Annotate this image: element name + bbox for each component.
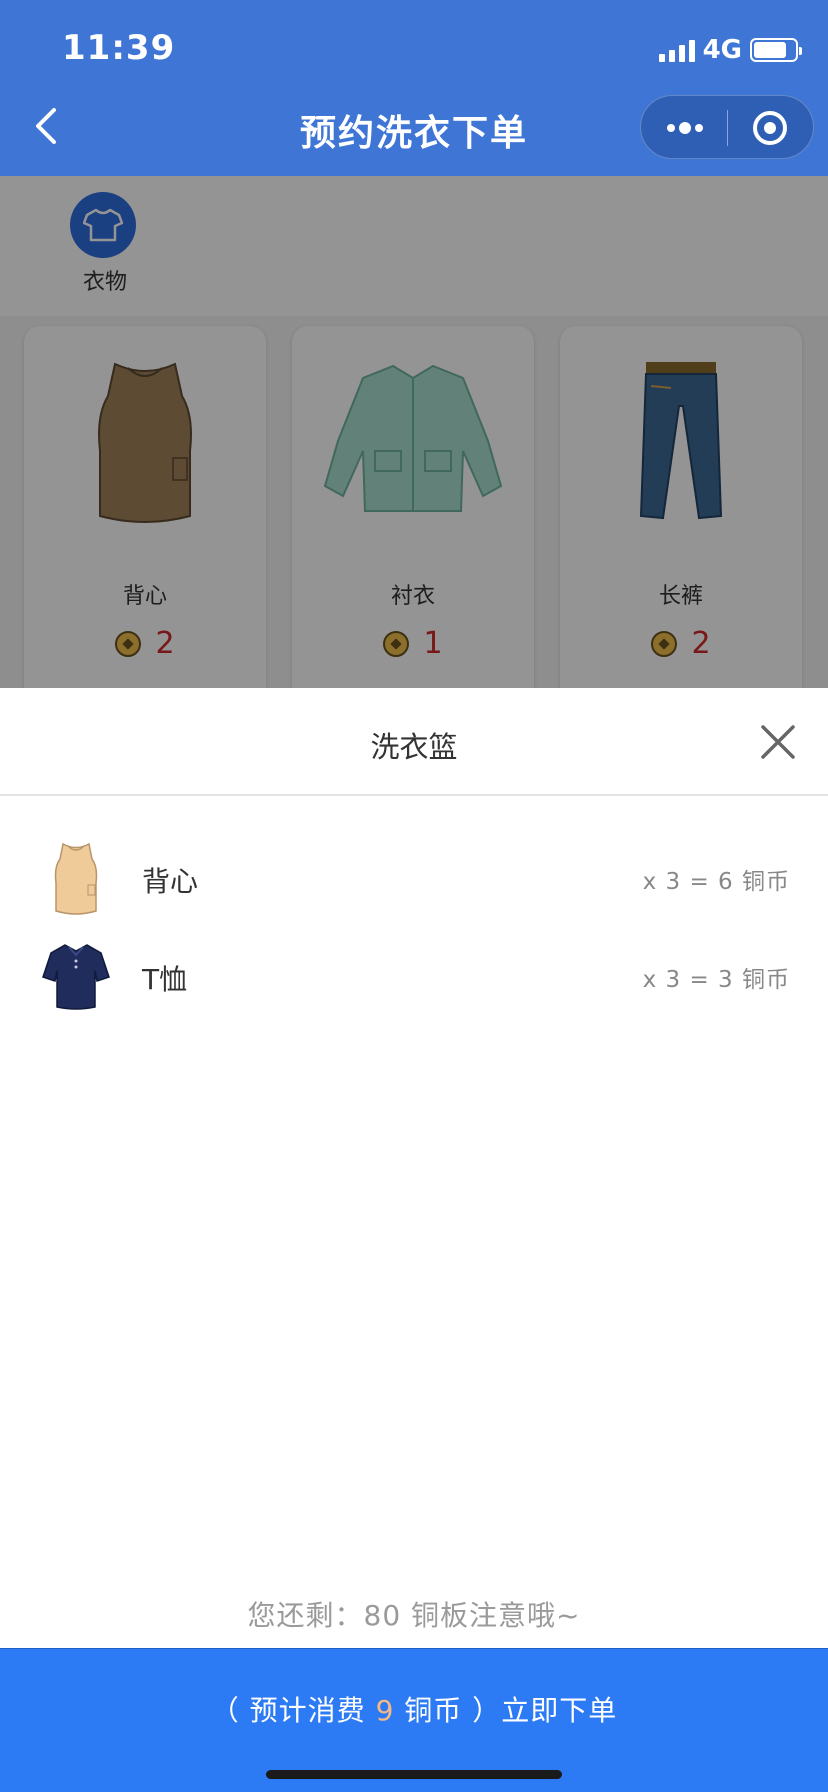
basket-item-name: 背心: [142, 865, 199, 898]
basket-title: 洗衣篮: [370, 730, 458, 764]
basket-item-calc: x 3 = 3 铜币: [642, 967, 790, 993]
signal-icon: [658, 38, 695, 62]
basket-item: 背心 x 3 = 6 铜币: [0, 838, 828, 928]
capsule-divider: [727, 110, 728, 146]
basket-item-name: T恤: [142, 963, 188, 996]
close-mini-program-icon[interactable]: [751, 109, 789, 147]
mini-program-capsule: [640, 95, 814, 159]
network-type: 4G: [702, 35, 742, 65]
close-icon[interactable]: [760, 724, 796, 760]
home-indicator: [266, 1770, 562, 1779]
order-button-label: （ 预计消费 9 铜币 ）立即下单: [0, 1689, 828, 1729]
order-amount: 9: [375, 1694, 395, 1727]
order-prefix: （ 预计消费: [210, 1694, 376, 1727]
status-time: 11:39: [62, 28, 176, 68]
basket-header: 洗衣篮: [0, 688, 828, 796]
app-header: 11:39 4G 预约洗衣下单: [0, 0, 828, 176]
status-indicators: 4G: [658, 34, 802, 66]
modal-backdrop[interactable]: [0, 176, 828, 688]
order-suffix: 铜币 ）立即下单: [394, 1694, 618, 1727]
more-dots-icon[interactable]: [665, 118, 705, 138]
remaining-balance: 您还剩：80 铜板注意哦~: [247, 1599, 581, 1632]
battery-icon: [750, 38, 802, 62]
basket-item-calc: x 3 = 6 铜币: [642, 869, 790, 895]
vest-icon: [36, 838, 116, 918]
basket-item: T恤 x 3 = 3 铜币: [0, 936, 828, 1026]
polo-shirt-icon: [36, 936, 116, 1016]
